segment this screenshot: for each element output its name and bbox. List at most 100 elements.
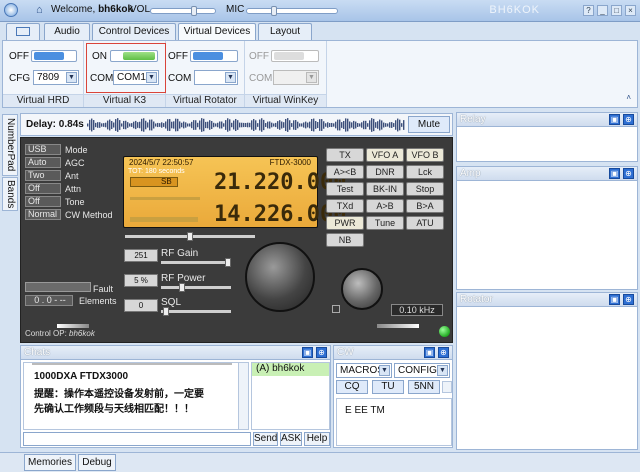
radio-button-pwr[interactable]: PWR [326,216,364,230]
waveform-bar [379,119,381,131]
cw-scroll[interactable] [442,381,452,393]
pin-icon[interactable]: ⊕ [438,347,449,358]
home-icon[interactable]: ⌂ [36,4,48,16]
quick-menu-tab[interactable] [6,23,40,40]
app-menu-icon[interactable] [4,3,18,17]
radio-button-test[interactable]: Test [326,182,364,196]
mic-slider[interactable] [246,6,338,16]
waveform-bar [283,122,285,128]
radio-button-bk-in[interactable]: BK-IN [366,182,404,196]
waveform-bar [229,119,231,131]
winkey-toggle[interactable] [271,50,319,62]
side-tab-bands[interactable]: Bands [2,177,18,211]
radio-button-a-b[interactable]: A>B [366,199,404,213]
waveform-bar [99,122,101,128]
cw-tu-button[interactable]: TU [372,380,404,394]
radio-control-value[interactable]: Off [25,196,61,207]
waveform-bar [341,122,343,128]
elements-value[interactable]: 0 . 0 - -- [25,295,73,306]
maximize-icon[interactable]: □ [611,5,622,16]
radio-control-value[interactable]: Auto [25,157,61,168]
waveform-bar [187,123,189,127]
cw-cq-button[interactable]: CQ [336,380,368,394]
macros-select[interactable]: MACROS ▼ [336,363,392,378]
help-icon[interactable]: ? [583,5,594,16]
tab-control-devices[interactable]: Control Devices [92,23,176,40]
radio-button-dnr[interactable]: DNR [366,165,404,179]
hrd-toggle[interactable] [31,50,77,62]
radio-button-tune[interactable]: Tune [366,216,404,230]
radio-control-value[interactable]: USB [25,144,61,155]
mute-button[interactable]: Mute [408,116,450,133]
waveform-bar [133,121,135,129]
waveform-bar [199,120,201,130]
rotator-com-select[interactable]: ▼ [194,70,238,85]
main-tuning-knob[interactable] [245,242,315,312]
waveform-bar [141,118,143,132]
cw-5nn-button[interactable]: 5NN [408,380,440,394]
help-button[interactable]: Help [304,432,330,446]
sub-tuning-knob[interactable] [341,268,383,310]
radio-button-txd[interactable]: TXd [326,199,364,213]
tab-memories[interactable]: Memories [24,454,76,471]
rf-power-slider[interactable] [161,283,231,292]
radio-button-b-a[interactable]: B>A [406,199,444,213]
display-slider[interactable] [125,232,255,241]
pin-icon[interactable]: ⊕ [623,168,634,179]
rotator-toggle[interactable] [190,50,238,62]
ask-button[interactable]: ASK [280,432,302,446]
sql-slider[interactable] [161,307,231,316]
lock-icon[interactable] [332,305,340,313]
radio-button-a-b[interactable]: A><B [326,165,364,179]
k3-toggle[interactable] [110,50,158,62]
chat-scrollbar[interactable] [238,363,248,429]
radio-control-value[interactable]: Off [25,183,61,194]
waveform-bar [313,118,315,132]
tab-layout[interactable]: Layout [258,23,312,40]
user-list-item[interactable]: (A) bh6kok [252,363,329,376]
config-select[interactable]: CONFIG ▼ [394,363,450,378]
waveform-bar [139,121,141,129]
chat-input[interactable] [23,432,251,446]
radio-button-vfo-a[interactable]: VFO A [366,148,404,162]
fault-indicator [25,282,91,292]
waveform-bar [269,121,271,129]
rf-gain-slider[interactable] [161,258,231,267]
k3-com-select[interactable]: COM1 ▼ [113,70,159,85]
tab-audio[interactable]: Audio [44,23,90,40]
radio-button-stop[interactable]: Stop [406,182,444,196]
hrd-cfg-value: 7809 [37,72,60,83]
float-icon[interactable]: ▣ [302,347,313,358]
pin-icon[interactable]: ⊕ [623,294,634,305]
hrd-cfg-select[interactable]: 7809 ▼ [33,70,79,85]
close-icon[interactable]: × [625,5,636,16]
radio-button-tx[interactable]: TX [326,148,364,162]
radio-control-value[interactable]: Normal [25,209,61,220]
waveform-bar [159,123,161,127]
radio-button-atu[interactable]: ATU [406,216,444,230]
minimize-icon[interactable]: _ [597,5,608,16]
cw-title: CW [337,347,354,358]
radio-button-vfo-b[interactable]: VFO B [406,148,444,162]
tab-debug[interactable]: Debug [78,454,116,471]
waveform-bar [353,120,355,130]
pin-icon[interactable]: ⊕ [316,347,327,358]
cw-text-area[interactable]: E EE TM [336,398,452,446]
radio-control-value[interactable]: Two [25,170,61,181]
waveform-bar [201,118,203,132]
float-icon[interactable]: ▣ [609,294,620,305]
float-icon[interactable]: ▣ [609,168,620,179]
float-icon[interactable]: ▣ [609,114,620,125]
send-button[interactable]: Send [253,432,278,446]
radio-button-nb[interactable]: NB [326,233,364,247]
collapse-ribbon-icon[interactable]: ˄ [626,93,631,102]
vol-slider[interactable] [150,6,216,16]
winkey-com-select[interactable]: ▼ [273,70,319,85]
tab-virtual-devices[interactable]: Virtual Devices [178,23,256,41]
radio-control-row: Normal CW Method [25,209,121,222]
float-icon[interactable]: ▣ [424,347,435,358]
side-tab-numberpad[interactable]: NumberPad [2,114,18,176]
pin-icon[interactable]: ⊕ [623,114,634,125]
radio-control-row: Off Attn [25,183,121,196]
radio-button-lck[interactable]: Lck [406,165,444,179]
